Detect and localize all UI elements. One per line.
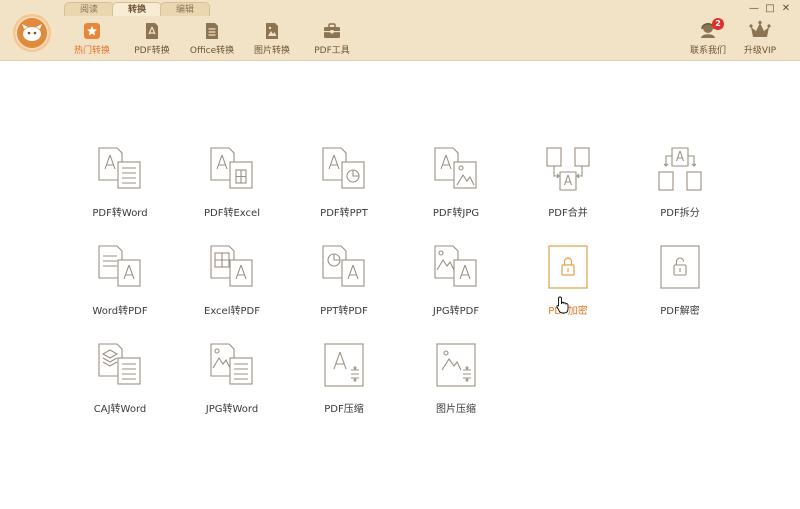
tool-label: PDF合并	[548, 208, 588, 219]
crown-icon	[749, 20, 771, 37]
tool-pdf-decrypt[interactable]: PDF解密	[625, 244, 735, 334]
tool-label: PDF转Excel	[204, 208, 260, 219]
toolbox-icon	[324, 23, 340, 38]
toolbar-office-convert[interactable]: Office转换	[182, 20, 242, 58]
tool-label: PDF压缩	[324, 404, 364, 415]
toolbar-label: 热门转换	[73, 46, 110, 56]
star-icon	[84, 23, 100, 39]
tool-pdf-encrypt[interactable]: PDF加密	[513, 244, 623, 334]
right-tools: 2 联系我们 升级VIP	[682, 18, 786, 56]
tool-label: 图片压缩	[436, 404, 476, 415]
tool-label: CAJ转Word	[93, 404, 147, 415]
window-controls: — □ ✕	[746, 2, 794, 16]
pdf-to-jpg-icon	[434, 147, 477, 189]
tool-label: JPG转Word	[205, 404, 259, 415]
tool-label: Word转PDF	[92, 306, 148, 317]
close-button[interactable]: ✕	[778, 2, 794, 16]
tool-label: PDF拆分	[660, 208, 700, 219]
logo-mascot-icon	[22, 24, 42, 41]
jpg-to-word-icon	[210, 343, 253, 385]
tool-pdf-compress[interactable]: PDF压缩	[289, 342, 399, 432]
tool-label: Excel转PDF	[204, 306, 260, 317]
toolbar-pdf-tools[interactable]: PDF工具	[302, 20, 362, 58]
tab-edit[interactable]: 编辑	[160, 2, 210, 16]
word-to-pdf-icon	[98, 245, 141, 287]
tool-ppt-to-pdf[interactable]: PPT转PDF	[289, 244, 399, 334]
tab-convert[interactable]: 转换	[112, 2, 162, 16]
tool-caj-to-word[interactable]: CAJ转Word	[65, 342, 175, 432]
tool-label: JPG转PDF	[432, 306, 480, 317]
tool-label: PDF解密	[660, 306, 700, 317]
image-icon	[266, 23, 278, 39]
lock-icon	[548, 245, 588, 289]
ppt-to-pdf-icon	[322, 245, 365, 287]
tool-pdf-split[interactable]: PDF拆分	[625, 146, 735, 236]
image-compress-icon	[436, 343, 476, 387]
tool-excel-to-pdf[interactable]: Excel转PDF	[177, 244, 287, 334]
tool-pdf-to-excel[interactable]: PDF转Excel	[177, 146, 287, 236]
pdf-icon	[146, 23, 158, 39]
tool-pdf-to-ppt[interactable]: PDF转PPT	[289, 146, 399, 236]
toolbar: 热门转换 PDF转换 Office转换 图片转换 PDF工具	[62, 20, 362, 58]
tab-read[interactable]: 阅读	[64, 2, 114, 16]
tool-word-to-pdf[interactable]: Word转PDF	[65, 244, 175, 334]
toolbar-image-convert[interactable]: 图片转换	[242, 20, 302, 58]
contact-us-button[interactable]: 2 联系我们	[682, 18, 734, 56]
header-bar: 阅读 转换 编辑 热门转换 PDF转换 Office转换 图片转换 PDF工具 …	[0, 0, 800, 61]
pdf-compress-icon	[324, 343, 364, 387]
toolbar-label: Office转换	[189, 46, 235, 56]
tool-jpg-to-pdf[interactable]: JPG转PDF	[401, 244, 511, 334]
pdf-to-ppt-icon	[322, 147, 365, 189]
tool-label: PPT转PDF	[320, 306, 368, 317]
unlock-icon	[660, 245, 700, 289]
tool-pdf-merge[interactable]: PDF合并	[513, 146, 623, 236]
caj-to-word-icon	[98, 343, 141, 385]
mode-tabs: 阅读 转换 编辑	[64, 2, 210, 16]
tool-image-compress[interactable]: 图片压缩	[401, 342, 511, 432]
tool-pdf-to-jpg[interactable]: PDF转JPG	[401, 146, 511, 236]
contact-label: 联系我们	[689, 46, 726, 56]
minimize-button[interactable]: —	[746, 2, 762, 16]
vip-label: 升级VIP	[743, 46, 777, 56]
toolbar-label: PDF工具	[314, 46, 350, 56]
toolbar-label: PDF转换	[134, 46, 170, 56]
notification-badge: 2	[712, 18, 724, 30]
upgrade-vip-button[interactable]: 升级VIP	[734, 20, 786, 56]
pdf-to-word-icon	[98, 147, 141, 189]
tool-label: PDF转PPT	[320, 208, 368, 219]
tool-label: PDF转JPG	[432, 208, 480, 219]
toolbar-hot-convert[interactable]: 热门转换	[62, 20, 122, 58]
app-logo	[13, 14, 51, 52]
split-icon	[658, 147, 702, 191]
hand-cursor-icon	[556, 296, 569, 314]
merge-icon	[546, 147, 590, 191]
jpg-to-pdf-icon	[434, 245, 477, 287]
tool-pdf-to-word[interactable]: PDF转Word	[65, 146, 175, 236]
toolbar-label: 图片转换	[253, 46, 290, 56]
tool-label: PDF转Word	[92, 208, 148, 219]
maximize-button[interactable]: □	[762, 2, 778, 16]
excel-to-pdf-icon	[210, 245, 253, 287]
tool-jpg-to-word[interactable]: JPG转Word	[177, 342, 287, 432]
pdf-to-excel-icon	[210, 147, 253, 189]
office-doc-icon	[206, 23, 218, 39]
toolbar-pdf-convert[interactable]: PDF转换	[122, 20, 182, 58]
